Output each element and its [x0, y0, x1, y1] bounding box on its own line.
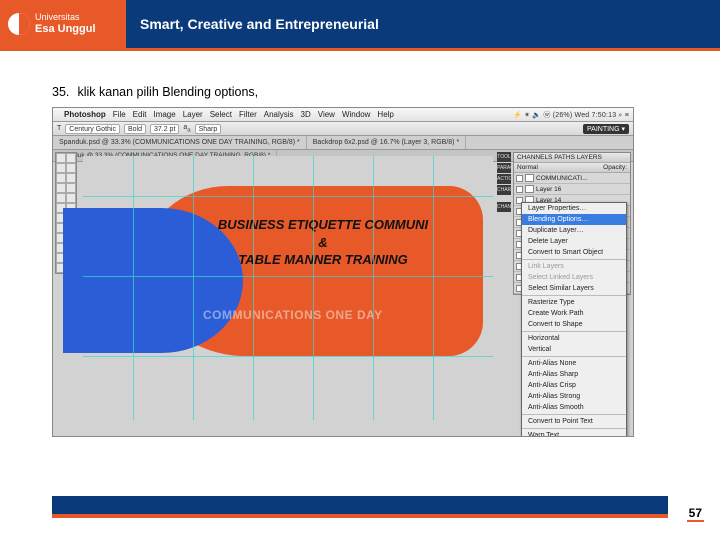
guide-h: [83, 276, 493, 277]
menu-image[interactable]: Image: [153, 110, 175, 119]
instruction-body: klik kanan pilih Blending options,: [77, 85, 258, 99]
logo-small: Universitas: [35, 12, 80, 22]
menu-file[interactable]: File: [113, 110, 126, 119]
menu-analysis[interactable]: Analysis: [264, 110, 294, 119]
ctx-item[interactable]: Select Similar Layers: [522, 283, 626, 294]
tool-icon[interactable]: [66, 163, 76, 173]
menu-view[interactable]: View: [318, 110, 335, 119]
menu-layer[interactable]: Layer: [183, 110, 203, 119]
tool-icon[interactable]: [56, 153, 66, 163]
app-name[interactable]: Photoshop: [64, 110, 106, 119]
document-tabs[interactable]: Spanduk.psd @ 33.3% (COMMUNICATIONS ONE …: [53, 136, 633, 150]
logo-big: Esa Unggul: [35, 23, 96, 35]
font-family[interactable]: Century Gothic: [65, 124, 120, 134]
banner-line1: BUSINESS ETIQUETTE COMMUNI: [218, 217, 428, 232]
page-footer: 57: [52, 496, 668, 522]
opacity-label[interactable]: Opacity:: [603, 164, 627, 171]
ctx-item[interactable]: Blending Options…: [522, 214, 626, 225]
ctx-item[interactable]: Anti-Alias Sharp: [522, 369, 626, 380]
banner-line2: TABLE MANNER TRAINING: [238, 252, 407, 267]
menu-3d[interactable]: 3D: [301, 110, 311, 119]
ctx-item[interactable]: Anti-Alias Strong: [522, 391, 626, 402]
panel-btn[interactable]: CHANNELS: [497, 202, 511, 212]
anti-alias[interactable]: Sharp: [195, 124, 222, 134]
workspace-switcher[interactable]: PAINTING ▾: [583, 124, 629, 134]
page-number: 57: [687, 506, 704, 522]
guide-h: [83, 356, 493, 357]
footer-bar: [52, 496, 668, 514]
menu-edit[interactable]: Edit: [133, 110, 147, 119]
tab-2[interactable]: Backdrop 6x2.psd @ 16.7% (Layer 3, RGB/8…: [307, 136, 466, 149]
banner-text: BUSINESS ETIQUETTE COMMUNI & TABLE MANNE…: [173, 216, 473, 269]
menu-window[interactable]: Window: [342, 110, 370, 119]
blend-mode[interactable]: Normal: [517, 164, 538, 171]
ctx-item[interactable]: Anti-Alias None: [522, 358, 626, 369]
layer-row[interactable]: COMMUNICATI...: [514, 173, 630, 184]
instruction-number: 35.: [52, 85, 74, 99]
layer-name: Layer 16: [536, 186, 561, 193]
tool-icon[interactable]: [56, 193, 66, 203]
guide-h: [83, 196, 493, 197]
ctx-item[interactable]: Convert to Shape: [522, 319, 626, 330]
tool-icon[interactable]: [66, 183, 76, 193]
ctx-item[interactable]: Anti-Alias Crisp: [522, 380, 626, 391]
panel-btn[interactable]: TOOL PRESETS: [497, 152, 511, 162]
banner-amp: &: [173, 234, 473, 252]
ctx-item[interactable]: Anti-Alias Smooth: [522, 402, 626, 413]
tool-icon[interactable]: [66, 173, 76, 183]
instruction-text: 35. klik kanan pilih Blending options,: [52, 85, 668, 99]
ctx-item[interactable]: Duplicate Layer…: [522, 225, 626, 236]
panel-btn[interactable]: PARAGRAPH: [497, 163, 511, 173]
font-style[interactable]: Bold: [124, 124, 146, 134]
ctx-item: Link Layers: [522, 261, 626, 272]
tool-icon[interactable]: [56, 163, 66, 173]
layer-thumb: [525, 174, 534, 182]
context-menu[interactable]: Layer Properties…Blending Options…Duplic…: [521, 202, 627, 437]
visibility-icon[interactable]: [516, 186, 523, 193]
footer-line: [52, 514, 668, 518]
page-header: Universitas Esa Unggul Smart, Creative a…: [0, 0, 720, 48]
ctx-item[interactable]: Vertical: [522, 344, 626, 355]
font-size[interactable]: 37.2 pt: [150, 124, 179, 134]
content: 35. klik kanan pilih Blending options, P…: [0, 51, 720, 437]
ctx-item[interactable]: Horizontal: [522, 333, 626, 344]
statusbar: ⚡ ✶ 🔈 ⓦ (26%) Wed 7:50:13 ⌕ ≡: [513, 110, 629, 120]
visibility-icon[interactable]: [516, 175, 523, 182]
menu-select[interactable]: Select: [210, 110, 232, 119]
photoshop-screenshot: Photoshop File Edit Image Layer Select F…: [52, 107, 634, 437]
tool-icon[interactable]: [66, 193, 76, 203]
tagline: Smart, Creative and Entrepreneurial: [126, 0, 720, 48]
layer-row[interactable]: Layer 16: [514, 184, 630, 195]
menu-help[interactable]: Help: [377, 110, 393, 119]
collapsed-panels[interactable]: TOOL PRESETS PARAGRAPH ACTIONS CHARACTER…: [497, 152, 511, 212]
tab-1[interactable]: Spanduk.psd @ 33.3% (COMMUNICATIONS ONE …: [53, 136, 307, 149]
logo-block: Universitas Esa Unggul: [0, 0, 126, 48]
ctx-item[interactable]: Layer Properties…: [522, 203, 626, 214]
canvas[interactable]: BUSINESS ETIQUETTE COMMUNI & TABLE MANNE…: [83, 156, 493, 420]
layers-tabs[interactable]: CHANNELS PATHS LAYERS: [514, 153, 630, 163]
tool-icon[interactable]: [66, 153, 76, 163]
ctx-item[interactable]: Create Work Path: [522, 308, 626, 319]
mac-menubar[interactable]: Photoshop File Edit Image Layer Select F…: [53, 108, 633, 122]
options-bar[interactable]: T Century Gothic Bold 37.2 pt aa Sharp P…: [53, 122, 633, 136]
ctx-item[interactable]: Convert to Smart Object: [522, 247, 626, 258]
menu-filter[interactable]: Filter: [239, 110, 257, 119]
layer-thumb: [525, 185, 534, 193]
layer-name: COMMUNICATI...: [536, 175, 588, 182]
ctx-item[interactable]: Convert to Point Text: [522, 416, 626, 427]
logo-icon: [8, 13, 30, 35]
banner-sub: COMMUNICATIONS ONE DAY: [203, 308, 383, 322]
ctx-item[interactable]: Delete Layer: [522, 236, 626, 247]
ctx-item[interactable]: Rasterize Type: [522, 297, 626, 308]
tool-icon[interactable]: [56, 183, 66, 193]
logo-text: Universitas Esa Unggul: [35, 13, 96, 35]
tool-icon[interactable]: [56, 173, 66, 183]
panel-btn[interactable]: CHARACTER: [497, 185, 511, 195]
ctx-item: Select Linked Layers: [522, 272, 626, 283]
panel-btn[interactable]: ACTIONS: [497, 174, 511, 184]
ctx-item[interactable]: Warp Text…: [522, 430, 626, 437]
